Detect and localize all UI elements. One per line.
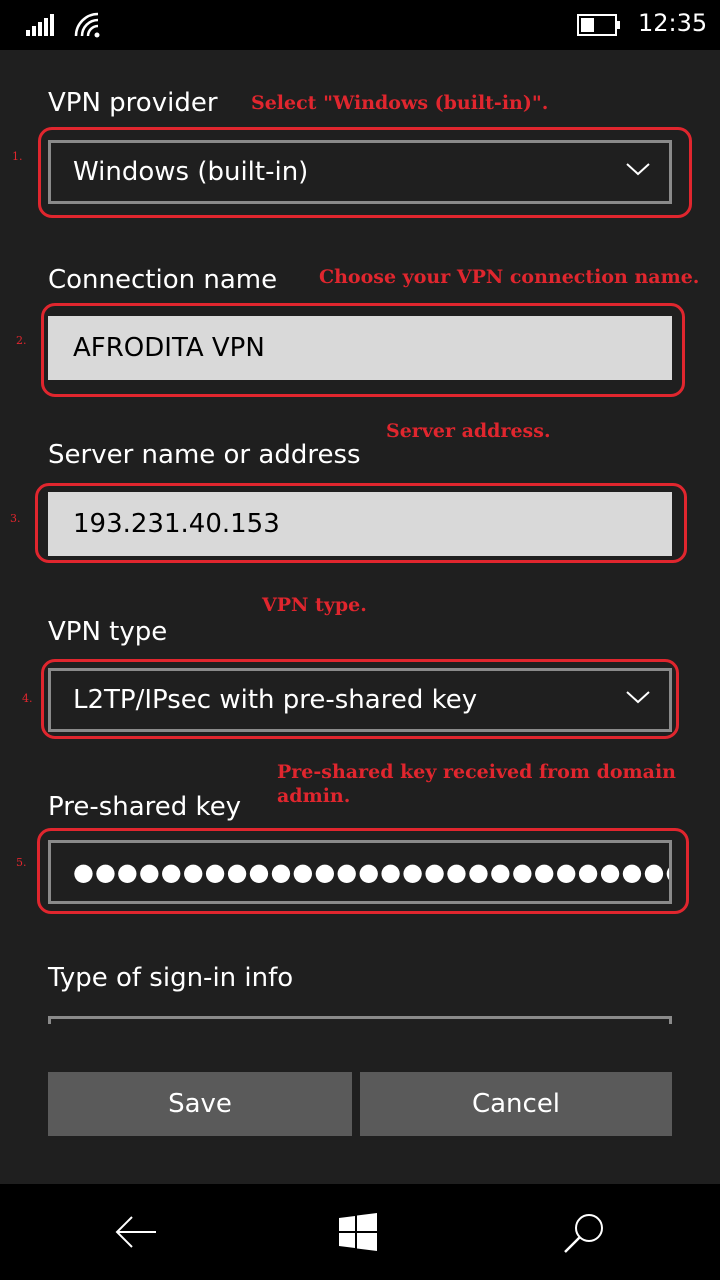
step-number: 3. [10,512,21,525]
connection-name-label: Connection name [48,265,278,295]
annotation-connection-name: Choose your VPN connection name. [319,266,700,288]
save-button[interactable]: Save [48,1072,352,1136]
step-number: 2. [16,334,27,347]
annotation-server: Server address. [386,420,551,442]
highlight-vpn-provider [38,127,692,218]
status-bar: 12:35 [0,0,720,50]
annotation-provider: Select "Windows (built-in)". [251,92,549,114]
annotation-vpn-type: VPN type. [262,594,367,616]
highlight-connection-name [41,303,685,397]
windows-start-icon[interactable] [338,1212,378,1252]
clock: 12:35 [638,9,708,37]
signal-icon [26,14,54,36]
pre-shared-key-label: Pre-shared key [48,792,242,822]
step-number: 5. [16,856,27,869]
vpn-provider-label: VPN provider [48,88,218,118]
step-number: 1. [12,150,23,163]
annotation-psk: Pre-shared key received from domain admi… [277,761,676,807]
highlight-vpn-type [41,659,679,739]
battery-icon [577,14,620,36]
sign-in-type-dropdown[interactable] [48,1016,672,1024]
step-number: 4. [22,692,33,705]
back-arrow-icon[interactable] [114,1212,158,1252]
wifi-icon [74,12,100,38]
vpn-type-label: VPN type [48,617,168,647]
highlight-server-address [35,483,687,563]
highlight-pre-shared-key [37,828,689,914]
server-address-label: Server name or address [48,440,361,470]
vpn-settings-form: VPN provider Windows (built-in) Connecti… [0,50,720,1184]
cancel-button[interactable]: Cancel [360,1072,672,1136]
sign-in-type-label: Type of sign-in info [48,963,294,993]
search-icon[interactable] [562,1212,606,1256]
navigation-bar [0,1184,720,1280]
